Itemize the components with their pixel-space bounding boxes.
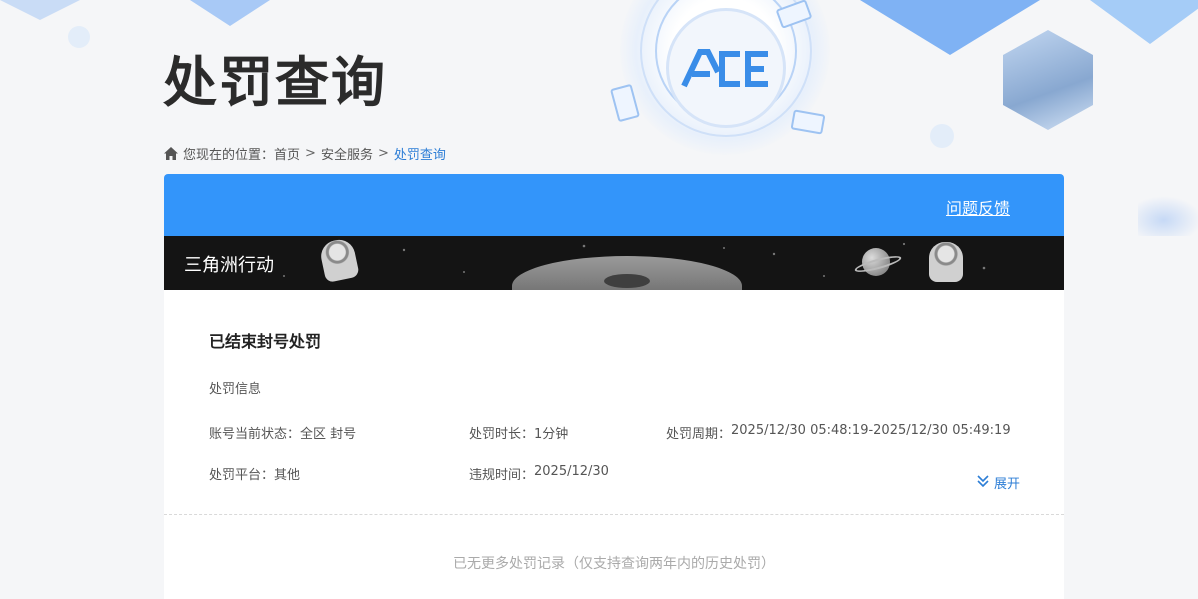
- decor-bubble: [68, 26, 90, 48]
- breadcrumb-separator: >: [305, 145, 316, 161]
- field-value: 2025/12/30: [534, 464, 609, 479]
- decor-game-tag: [775, 0, 813, 29]
- info-row: 处罚平台： 其他 违规时间： 2025/12/30: [209, 464, 1020, 483]
- decor-triangle: [190, 0, 270, 26]
- card-topbar: 问题反馈: [164, 174, 1064, 236]
- game-banner: 三角洲行动: [164, 236, 1064, 290]
- game-name: 三角洲行动: [184, 255, 274, 276]
- info-row: 账号当前状态： 全区 封号 处罚时长： 1分钟 处罚周期： 2025/12/30…: [209, 423, 1020, 442]
- breadcrumb: 您现在的位置： 首页 > 安全服务 > 处罚查询: [164, 144, 446, 163]
- field-label: 违规时间：: [469, 468, 535, 483]
- field-label: 账号当前状态：: [209, 427, 301, 442]
- penalty-record: 已结束封号处罚 处罚信息 账号当前状态： 全区 封号 处罚时长： 1分钟 处罚周…: [164, 290, 1064, 514]
- decor-bubble: [930, 124, 954, 148]
- decor-triangle: [860, 0, 1040, 55]
- double-chevron-down-icon: [976, 474, 990, 492]
- decor-ring: [640, 0, 812, 137]
- penalty-duration: 处罚时长： 1分钟: [469, 423, 666, 442]
- planet-figure: [862, 248, 890, 276]
- decor-triangle: [0, 0, 80, 20]
- penalty-card: 问题反馈 三角洲行动 已结束封号处罚 处罚信息 账号当前状态： 全区 封号 处罚…: [164, 174, 1064, 599]
- expand-label: 展开: [993, 477, 1020, 492]
- page-title: 处罚查询: [163, 51, 387, 114]
- home-icon: [164, 146, 178, 160]
- decor-game-tag: [790, 109, 826, 135]
- section-label: 处罚信息: [209, 382, 262, 397]
- breadcrumb-security-link[interactable]: 安全服务: [321, 144, 373, 163]
- breadcrumb-prefix: 您现在的位置：: [183, 147, 275, 163]
- penalty-platform: 处罚平台： 其他: [209, 464, 469, 483]
- field-label: 处罚平台：: [209, 468, 275, 483]
- no-more-records: 已无更多处罚记录（仅支持查询两年内的历史处罚）: [453, 556, 775, 572]
- feedback-link[interactable]: 问题反馈: [946, 195, 1010, 219]
- astronaut-figure: [929, 242, 963, 282]
- field-value: 全区 封号: [300, 427, 357, 442]
- record-title: 已结束封号处罚: [209, 332, 322, 351]
- decor-phone-tag: [609, 83, 641, 123]
- expand-button[interactable]: 展开: [976, 473, 1020, 492]
- breadcrumb-home-link[interactable]: 首页: [274, 144, 300, 163]
- account-status: 账号当前状态： 全区 封号: [209, 423, 469, 442]
- decor-hex-character: [1003, 30, 1093, 130]
- field-value: 2025/12/30 05:48:19-2025/12/30 05:49:19: [731, 423, 1011, 438]
- decor-glow: [620, 0, 830, 155]
- decor-ring: [655, 0, 797, 122]
- breadcrumb-separator: >: [377, 145, 389, 161]
- penalty-period: 处罚周期： 2025/12/30 05:48:19-2025/12/30 05:…: [666, 423, 1020, 442]
- violation-time: 违规时间： 2025/12/30: [469, 464, 666, 483]
- breadcrumb-current: 处罚查询: [393, 147, 446, 163]
- field-value: 其他: [274, 468, 301, 483]
- ace-logo: [666, 8, 786, 128]
- page: 处罚查询 您现在的位置： 首页 > 安全服务 > 处罚查询 问题反馈 三角洲行动…: [0, 0, 1198, 599]
- decor-triangle: [1090, 0, 1198, 44]
- field-label: 处罚时长：: [469, 427, 535, 442]
- decor-side-character: [1138, 196, 1198, 236]
- field-value: 1分钟: [534, 427, 569, 442]
- ace-logo-icon: [681, 49, 768, 88]
- field-label: 处罚周期：: [666, 427, 732, 442]
